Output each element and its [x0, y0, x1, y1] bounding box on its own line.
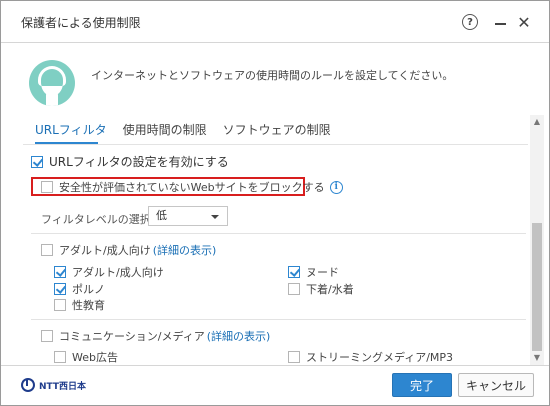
minimize-button[interactable]	[489, 11, 511, 33]
title-bar: 保護者による使用制限 ? ✕	[1, 1, 549, 43]
subcategory-web-ads-label: Web広告	[72, 351, 118, 364]
subcategory-streaming[interactable]: ストリーミングメディア/MP3	[288, 349, 453, 365]
category-adult-checkbox[interactable]	[41, 244, 53, 256]
subcategory-sex-education[interactable]: 性教育	[54, 297, 105, 313]
category-communication-checkbox[interactable]	[41, 330, 53, 342]
tab-time-limit[interactable]: 使用時間の制限	[123, 121, 207, 143]
vertical-scrollbar[interactable]: ▲ ▼	[530, 115, 544, 365]
subcategory-adult-checkbox[interactable]	[54, 266, 66, 278]
close-button[interactable]: ✕	[513, 11, 535, 33]
enable-url-filter-checkbox[interactable]	[31, 155, 43, 168]
tab-software-limit[interactable]: ソフトウェアの制限	[223, 121, 331, 143]
avatar-hair	[38, 66, 66, 86]
category-adult-label: アダルト/成人向け (詳細の表示)	[59, 244, 217, 257]
subcategory-underwear[interactable]: 下着/水着	[288, 281, 354, 297]
dialog-footer: NTT西日本 完了 キャンセル	[1, 365, 549, 405]
communication-detail-link[interactable]: (詳細の表示)	[207, 330, 271, 343]
tab-divider	[23, 144, 528, 145]
chevron-down-icon	[211, 215, 219, 219]
help-icon: ?	[462, 14, 478, 30]
subcategory-streaming-checkbox[interactable]	[288, 351, 300, 363]
block-unrated-sites-option[interactable]: 安全性が評価されていないWebサイトをブロックする i	[41, 179, 343, 195]
info-icon[interactable]: i	[329, 180, 343, 194]
parental-control-dialog: 保護者による使用制限 ? ✕ インターネットとソフトウェアの使用時間のルールを設…	[0, 0, 550, 406]
intro-text: インターネットとソフトウェアの使用時間のルールを設定してください。	[91, 69, 454, 82]
subcategory-web-ads[interactable]: Web広告	[54, 349, 118, 365]
category-communication[interactable]: コミュニケーション/メディア (詳細の表示)	[41, 328, 270, 344]
subcategory-sex-education-label: 性教育	[72, 299, 105, 312]
block-unrated-sites-checkbox[interactable]	[41, 181, 53, 193]
scroll-up-icon[interactable]: ▲	[532, 117, 542, 126]
subcategory-porn-label: ポルノ	[72, 283, 105, 296]
scroll-down-icon[interactable]: ▼	[532, 353, 542, 362]
window-title: 保護者による使用制限	[21, 16, 141, 30]
filter-level-label: フィルタレベルの選択:	[41, 213, 155, 226]
subcategory-adult-label: アダルト/成人向け	[72, 266, 164, 279]
subcategory-underwear-label: 下着/水着	[306, 283, 354, 296]
adult-detail-link[interactable]: (詳細の表示)	[153, 244, 217, 257]
subcategory-sex-education-checkbox[interactable]	[54, 299, 66, 311]
subcategory-porn[interactable]: ポルノ	[54, 281, 105, 297]
category-communication-label: コミュニケーション/メディア (詳細の表示)	[59, 330, 271, 343]
subcategory-adult[interactable]: アダルト/成人向け	[54, 264, 164, 280]
minimize-icon	[494, 23, 506, 25]
subcategory-porn-checkbox[interactable]	[54, 283, 66, 295]
subcategory-nude[interactable]: ヌード	[288, 264, 339, 280]
filter-level-select[interactable]: 低	[148, 206, 228, 226]
subcategory-nude-label: ヌード	[306, 266, 339, 279]
filter-level-value: 低	[156, 209, 167, 222]
child-avatar-icon	[29, 60, 75, 106]
help-button[interactable]: ?	[459, 11, 481, 33]
scrollbar-thumb[interactable]	[532, 223, 542, 351]
block-unrated-sites-label: 安全性が評価されていないWebサイトをブロックする	[59, 181, 325, 194]
done-button[interactable]: 完了	[392, 373, 452, 397]
subcategory-streaming-label: ストリーミングメディア/MP3	[306, 351, 454, 364]
ntt-logo-text: NTT西日本	[39, 381, 87, 392]
enable-url-filter-option[interactable]: URLフィルタの設定を有効にする	[31, 153, 229, 170]
cancel-button[interactable]: キャンセル	[458, 373, 534, 397]
subcategory-web-ads-checkbox[interactable]	[54, 351, 66, 363]
section-divider	[31, 233, 526, 234]
subcategory-nude-checkbox[interactable]	[288, 266, 300, 278]
ntt-logo: NTT西日本	[21, 378, 86, 392]
subcategory-underwear-checkbox[interactable]	[288, 283, 300, 295]
enable-url-filter-label: URLフィルタの設定を有効にする	[49, 155, 229, 169]
tab-bar: URLフィルタ 使用時間の制限 ソフトウェアの制限	[35, 121, 347, 143]
tab-url-filter[interactable]: URLフィルタ	[35, 121, 107, 143]
category-adult[interactable]: アダルト/成人向け (詳細の表示)	[41, 242, 216, 258]
section-divider	[31, 319, 526, 320]
ntt-logo-icon	[21, 378, 35, 392]
